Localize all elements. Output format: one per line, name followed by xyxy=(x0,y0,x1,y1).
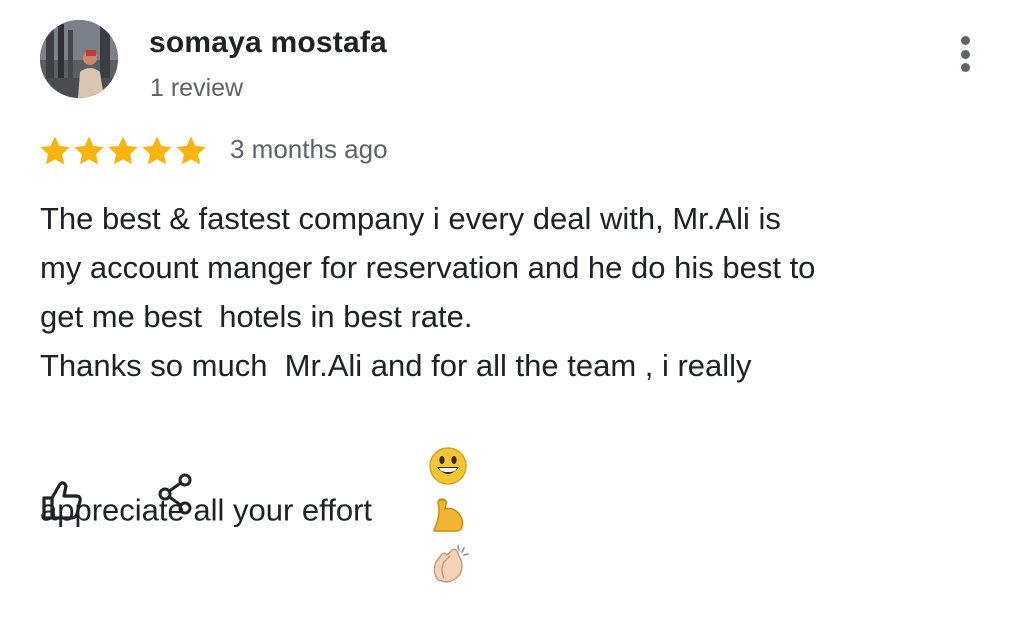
review-text-line: The best & fastest company i every deal … xyxy=(40,201,781,236)
grinning-face-emoji xyxy=(428,447,467,485)
thumbs-up-icon xyxy=(42,481,82,520)
review-date: 3 months ago xyxy=(230,134,388,164)
stars xyxy=(38,134,208,168)
more-vertical-icon xyxy=(960,36,970,45)
like-button[interactable] xyxy=(40,478,84,522)
more-vertical-icon-dot xyxy=(960,63,970,72)
share-icon xyxy=(158,473,192,515)
more-vertical-icon-dot xyxy=(960,49,970,59)
clapping-hands-emoji xyxy=(433,545,469,583)
author-name[interactable]: somaya mostafa xyxy=(149,26,387,60)
review-text-line: get me best hotels in best rate. xyxy=(40,299,473,334)
star-icon xyxy=(108,136,138,165)
star-rating xyxy=(38,132,208,170)
share-button[interactable] xyxy=(156,472,196,516)
author-review-count: 1 review xyxy=(150,74,244,102)
star-icon xyxy=(142,136,172,165)
flexed-biceps-emoji xyxy=(432,498,463,532)
avatar[interactable] xyxy=(40,20,118,98)
review-text: The best & fastest company i every deal … xyxy=(40,194,1000,635)
emoji-group xyxy=(376,390,474,635)
star-icon xyxy=(40,136,70,165)
review-text-line: appreciate all your effort xyxy=(40,492,373,528)
review-text-line: my account manger for reservation and he… xyxy=(40,250,816,285)
avatar-photo xyxy=(40,20,118,98)
review-text-line: Thanks so much Mr.Ali and for all the te… xyxy=(40,348,752,383)
star-icon xyxy=(74,136,104,165)
more-options-button[interactable] xyxy=(950,32,980,76)
star-icon xyxy=(176,136,206,165)
